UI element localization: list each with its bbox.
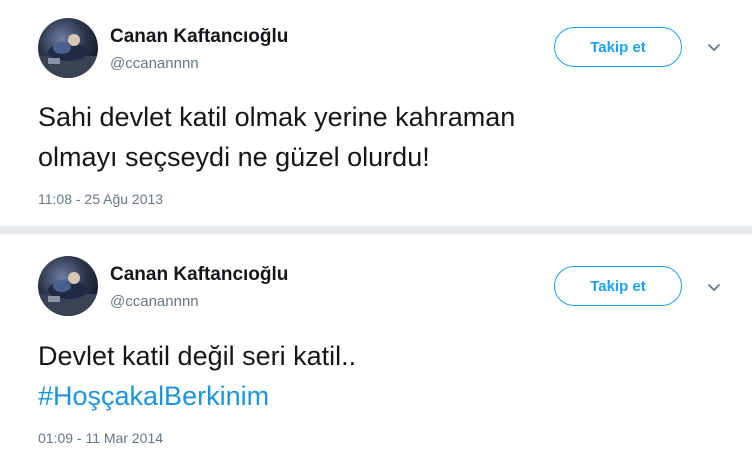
author-name[interactable]: Canan Kaftancıoğlu: [110, 26, 288, 48]
tweet-text-line: Devlet katil değil seri katil..: [38, 341, 357, 371]
tweet-card: Canan Kaftancıoğlu @ccanannnn Takip et S…: [0, 0, 752, 226]
tweet-timestamp[interactable]: 11:08 - 25 Ağu 2013: [38, 191, 163, 207]
tweet-text-line: Sahi devlet katil olmak yerine kahraman: [38, 102, 516, 132]
hashtag-link[interactable]: #HoşçakalBerkinim: [38, 376, 718, 416]
follow-button[interactable]: Takip et: [554, 266, 682, 306]
follow-button[interactable]: Takip et: [554, 27, 682, 67]
author-name[interactable]: Canan Kaftancıoğlu: [110, 264, 288, 286]
avatar[interactable]: [38, 18, 98, 78]
tweet-timestamp[interactable]: 01:09 - 11 Mar 2014: [38, 430, 163, 446]
tweet-card: Canan Kaftancıoğlu @ccanannnn Takip et D…: [0, 234, 752, 463]
tweet-text: Sahi devlet katil olmak yerine kahraman …: [38, 97, 718, 177]
tweet-text: Devlet katil değil seri katil.. #Hoşçaka…: [38, 336, 718, 416]
tweet-text-line: olmayı seçseydi ne güzel olurdu!: [38, 142, 430, 172]
author-handle[interactable]: @ccanannnn: [110, 55, 199, 72]
avatar[interactable]: [38, 256, 98, 316]
chevron-down-icon[interactable]: [705, 278, 723, 296]
author-handle[interactable]: @ccanannnn: [110, 293, 199, 310]
chevron-down-icon[interactable]: [705, 38, 723, 56]
